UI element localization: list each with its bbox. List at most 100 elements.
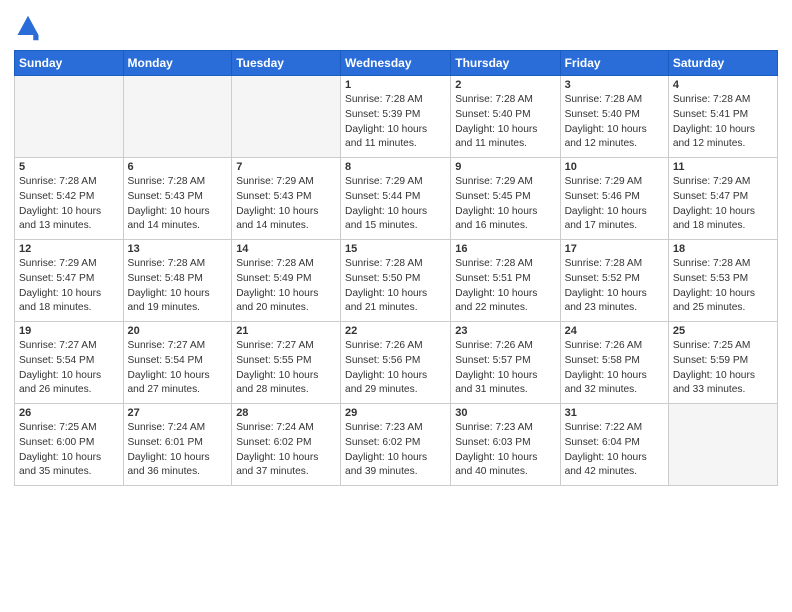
day-number: 22 [345,325,446,337]
calendar-cell: 13 Sunrise: 7:28 AMSunset: 5:48 PMDayligh… [123,240,232,322]
calendar-cell: 3Sunrise: 7:28 AMSunset: 5:40 PMDaylight… [560,76,668,158]
calendar-header-tuesday: Tuesday [232,51,341,76]
calendar-header-sunday: Sunday [15,51,124,76]
day-info: Sunrise: 7:28 AMSunset: 5:43 PMDaylight:… [128,175,228,234]
calendar-cell: 20 Sunrise: 7:27 AMSunset: 5:54 PMDayligh… [123,322,232,404]
calendar-cell: 22 Sunrise: 7:26 AMSunset: 5:56 PMDayligh… [341,322,451,404]
calendar-table: SundayMondayTuesdayWednesdayThursdayFrid… [14,50,778,486]
calendar-cell: 21 Sunrise: 7:27 AMSunset: 5:55 PMDayligh… [232,322,341,404]
day-number: 28 [236,407,336,419]
day-info: Sunrise: 7:28 AMSunset: 5:40 PMDaylight:… [455,93,555,152]
day-number: 8 [345,161,446,173]
calendar-header-monday: Monday [123,51,232,76]
day-info: Sunrise: 7:27 AMSunset: 5:54 PMDaylight:… [128,339,228,398]
day-number: 29 [345,407,446,419]
day-info: Sunrise: 7:28 AMSunset: 5:48 PMDaylight:… [128,257,228,316]
day-info: Sunrise: 7:28 AMSunset: 5:50 PMDaylight:… [345,257,446,316]
calendar-cell: 30 Sunrise: 7:23 AMSunset: 6:03 PMDayligh… [451,404,560,486]
day-info: Sunrise: 7:28 AMSunset: 5:42 PMDaylight:… [19,175,119,234]
calendar-header-saturday: Saturday [668,51,777,76]
calendar-cell: 14 Sunrise: 7:28 AMSunset: 5:49 PMDayligh… [232,240,341,322]
calendar-cell: 16 Sunrise: 7:28 AMSunset: 5:51 PMDayligh… [451,240,560,322]
calendar-cell: 6Sunrise: 7:28 AMSunset: 5:43 PMDaylight… [123,158,232,240]
calendar-cell: 10 Sunrise: 7:29 AMSunset: 5:46 PMDayligh… [560,158,668,240]
day-number: 25 [673,325,773,337]
calendar-cell: 27 Sunrise: 7:24 AMSunset: 6:01 PMDayligh… [123,404,232,486]
day-info: Sunrise: 7:28 AMSunset: 5:52 PMDaylight:… [565,257,664,316]
day-number: 19 [19,325,119,337]
day-number: 16 [455,243,555,255]
day-number: 14 [236,243,336,255]
week-row-4: 19 Sunrise: 7:27 AMSunset: 5:54 PMDayligh… [15,322,778,404]
logo [14,14,46,42]
day-info: Sunrise: 7:24 AMSunset: 6:02 PMDaylight:… [236,421,336,480]
day-info: Sunrise: 7:29 AMSunset: 5:47 PMDaylight:… [673,175,773,234]
day-number: 10 [565,161,664,173]
calendar-cell [123,76,232,158]
calendar-header-row: SundayMondayTuesdayWednesdayThursdayFrid… [15,51,778,76]
calendar-cell: 29 Sunrise: 7:23 AMSunset: 6:02 PMDayligh… [341,404,451,486]
day-info: Sunrise: 7:29 AMSunset: 5:47 PMDaylight:… [19,257,119,316]
day-info: Sunrise: 7:26 AMSunset: 5:56 PMDaylight:… [345,339,446,398]
day-number: 13 [128,243,228,255]
day-number: 27 [128,407,228,419]
calendar-cell: 26 Sunrise: 7:25 AMSunset: 6:00 PMDayligh… [15,404,124,486]
day-info: Sunrise: 7:27 AMSunset: 5:55 PMDaylight:… [236,339,336,398]
day-info: Sunrise: 7:23 AMSunset: 6:02 PMDaylight:… [345,421,446,480]
day-number: 17 [565,243,664,255]
day-number: 1 [345,79,446,91]
day-number: 5 [19,161,119,173]
header [14,10,778,42]
calendar-cell: 25Sunrise: 7:25 AMSunset: 5:59 PMDayligh… [668,322,777,404]
day-info: Sunrise: 7:28 AMSunset: 5:51 PMDaylight:… [455,257,555,316]
day-number: 24 [565,325,664,337]
day-number: 2 [455,79,555,91]
day-number: 26 [19,407,119,419]
day-info: Sunrise: 7:22 AMSunset: 6:04 PMDaylight:… [565,421,664,480]
day-info: Sunrise: 7:25 AMSunset: 6:00 PMDaylight:… [19,421,119,480]
day-number: 20 [128,325,228,337]
week-row-5: 26 Sunrise: 7:25 AMSunset: 6:00 PMDayligh… [15,404,778,486]
calendar-cell: 17 Sunrise: 7:28 AMSunset: 5:52 PMDayligh… [560,240,668,322]
day-info: Sunrise: 7:29 AMSunset: 5:43 PMDaylight:… [236,175,336,234]
day-info: Sunrise: 7:24 AMSunset: 6:01 PMDaylight:… [128,421,228,480]
day-number: 18 [673,243,773,255]
calendar-header-wednesday: Wednesday [341,51,451,76]
day-info: Sunrise: 7:23 AMSunset: 6:03 PMDaylight:… [455,421,555,480]
day-number: 21 [236,325,336,337]
calendar-cell: 7 Sunrise: 7:29 AMSunset: 5:43 PMDaylight… [232,158,341,240]
day-number: 15 [345,243,446,255]
calendar-cell: 4 Sunrise: 7:28 AMSunset: 5:41 PMDaylight… [668,76,777,158]
day-info: Sunrise: 7:29 AMSunset: 5:46 PMDaylight:… [565,175,664,234]
calendar-cell: 28 Sunrise: 7:24 AMSunset: 6:02 PMDayligh… [232,404,341,486]
week-row-1: 1 Sunrise: 7:28 AMSunset: 5:39 PMDaylight… [15,76,778,158]
calendar-cell: 31 Sunrise: 7:22 AMSunset: 6:04 PMDayligh… [560,404,668,486]
day-info: Sunrise: 7:28 AMSunset: 5:41 PMDaylight:… [673,93,773,152]
calendar-cell: 24Sunrise: 7:26 AMSunset: 5:58 PMDayligh… [560,322,668,404]
day-number: 31 [565,407,664,419]
day-number: 12 [19,243,119,255]
day-info: Sunrise: 7:28 AMSunset: 5:49 PMDaylight:… [236,257,336,316]
calendar-cell [232,76,341,158]
week-row-2: 5 Sunrise: 7:28 AMSunset: 5:42 PMDaylight… [15,158,778,240]
calendar-cell [15,76,124,158]
day-number: 4 [673,79,773,91]
calendar-cell: 19Sunrise: 7:27 AMSunset: 5:54 PMDayligh… [15,322,124,404]
logo-icon [14,14,42,42]
day-number: 7 [236,161,336,173]
week-row-3: 12 Sunrise: 7:29 AMSunset: 5:47 PMDayligh… [15,240,778,322]
day-info: Sunrise: 7:29 AMSunset: 5:45 PMDaylight:… [455,175,555,234]
day-info: Sunrise: 7:29 AMSunset: 5:44 PMDaylight:… [345,175,446,234]
day-info: Sunrise: 7:26 AMSunset: 5:57 PMDaylight:… [455,339,555,398]
calendar-cell: 12 Sunrise: 7:29 AMSunset: 5:47 PMDayligh… [15,240,124,322]
calendar-cell: 1 Sunrise: 7:28 AMSunset: 5:39 PMDaylight… [341,76,451,158]
page: SundayMondayTuesdayWednesdayThursdayFrid… [0,0,792,612]
calendar-cell: 18 Sunrise: 7:28 AMSunset: 5:53 PMDayligh… [668,240,777,322]
day-number: 30 [455,407,555,419]
calendar-cell: 15 Sunrise: 7:28 AMSunset: 5:50 PMDayligh… [341,240,451,322]
calendar-header-thursday: Thursday [451,51,560,76]
day-info: Sunrise: 7:28 AMSunset: 5:53 PMDaylight:… [673,257,773,316]
day-info: Sunrise: 7:28 AMSunset: 5:39 PMDaylight:… [345,93,446,152]
day-number: 11 [673,161,773,173]
calendar-cell: 2 Sunrise: 7:28 AMSunset: 5:40 PMDaylight… [451,76,560,158]
